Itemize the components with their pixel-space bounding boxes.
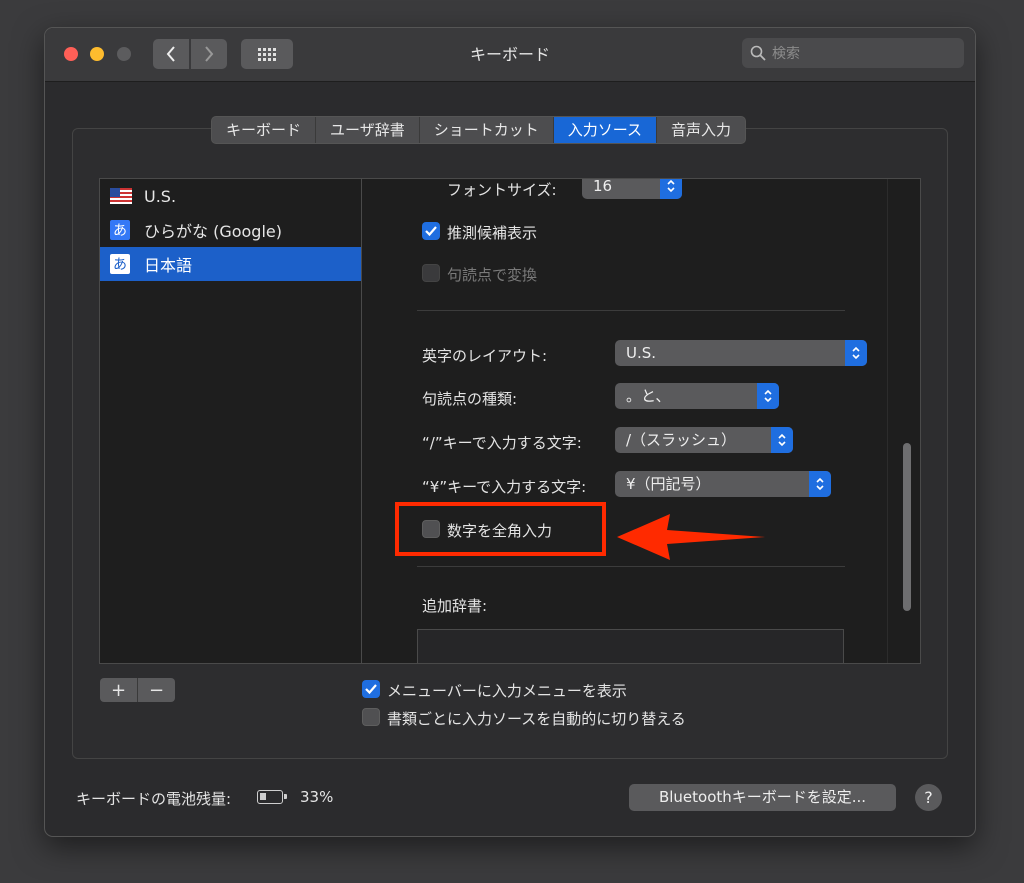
add-remove-buttons: + − [100, 678, 175, 702]
back-button[interactable] [153, 39, 189, 69]
annotation-arrow-icon [617, 514, 765, 560]
slash-key-popup[interactable]: /（スラッシュ） [615, 427, 793, 453]
remove-source-button[interactable]: − [138, 678, 175, 702]
source-label: ひらがな (Google) [144, 222, 282, 241]
stepper-arrows-icon [660, 179, 682, 199]
yen-key-label: “¥”キーで入力する文字: [422, 478, 587, 496]
scrollbar[interactable] [887, 179, 920, 663]
title-bar: キーボード 検索 [45, 28, 975, 82]
forward-button[interactable] [191, 39, 227, 69]
grid-icon [258, 47, 276, 61]
search-icon [750, 45, 766, 61]
tab-keyboard[interactable]: キーボード [212, 117, 317, 143]
help-button[interactable]: ? [915, 784, 942, 811]
scrollbar-thumb[interactable] [903, 443, 911, 611]
font-size-label: フォントサイズ: [447, 181, 557, 199]
show-all-button[interactable] [241, 39, 293, 69]
tab-user-dictionary[interactable]: ユーザ辞書 [316, 117, 420, 143]
yen-key-value: ¥（円記号） [626, 475, 711, 493]
source-item-us[interactable]: U.S. [100, 179, 362, 213]
battery-icon [257, 790, 287, 804]
font-size-value: 16 [593, 178, 613, 195]
tab-input-sources[interactable]: 入力ソース [553, 117, 657, 143]
tab-shortcuts[interactable]: ショートカット [420, 117, 554, 143]
alpha-layout-popup[interactable]: U.S. [615, 340, 867, 366]
setup-bluetooth-keyboard-button[interactable]: Bluetoothキーボードを設定... [629, 784, 896, 811]
checkmark-icon [365, 684, 377, 695]
predict-label: 推測候補表示 [447, 224, 538, 242]
punct-convert-label: 句読点で変換 [447, 266, 538, 284]
auto-switch-checkbox[interactable] [362, 708, 380, 726]
popup-arrows-icon [809, 471, 831, 497]
divider [417, 566, 845, 567]
popup-arrows-icon [845, 340, 867, 366]
yen-key-popup[interactable]: ¥（円記号） [615, 471, 831, 497]
alpha-layout-label: 英字のレイアウト: [422, 347, 548, 365]
battery-label: キーボードの電池残量: [76, 790, 232, 808]
kana-icon: あ [110, 254, 130, 274]
punct-type-popup[interactable]: 。と、 [615, 383, 779, 409]
punct-convert-checkbox[interactable] [422, 264, 440, 282]
popup-arrows-icon [771, 427, 793, 453]
punct-type-value: 。と、 [626, 387, 671, 405]
us-flag-icon [110, 188, 132, 204]
font-size-stepper[interactable]: 16 [582, 178, 682, 199]
battery-level-fill [260, 793, 266, 800]
chevron-right-icon [205, 46, 214, 62]
tab-dictation[interactable]: 音声入力 [657, 117, 745, 143]
extra-dictionary-list[interactable] [417, 629, 844, 663]
input-source-list: U.S. あ ひらがな (Google) あ 日本語 [99, 178, 362, 664]
annotation-highlight-box [395, 502, 606, 556]
extra-dictionary-label: 追加辞書: [422, 597, 488, 615]
punct-type-label: 句読点の種類: [422, 390, 518, 408]
checkmark-icon [425, 226, 437, 237]
source-label: U.S. [144, 186, 177, 206]
preferences-window: キーボード 検索 キーボード ユーザ辞書 ショートカット 入力ソース 音声入力 [44, 27, 976, 837]
divider [417, 310, 845, 311]
search-placeholder: 検索 [772, 46, 800, 62]
kana-icon: あ [110, 220, 130, 240]
source-item-hiragana-google[interactable]: あ ひらがな (Google) [100, 213, 362, 247]
add-source-button[interactable]: + [100, 678, 138, 702]
source-label: 日本語 [144, 256, 193, 275]
predict-checkbox[interactable] [422, 222, 440, 240]
search-field[interactable]: 検索 [742, 38, 964, 68]
source-item-japanese[interactable]: あ 日本語 [100, 247, 362, 281]
chevron-left-icon [166, 46, 175, 62]
slash-key-value: /（スラッシュ） [626, 431, 737, 449]
alpha-layout-value: U.S. [626, 344, 657, 362]
show-input-menu-checkbox[interactable] [362, 680, 380, 698]
auto-switch-label: 書類ごとに入力ソースを自動的に切り替える [387, 710, 686, 728]
source-settings-pane: フォントサイズ: 16 推測候補表示 句読点で変換 英字のレイアウト: U.S.… [361, 178, 921, 664]
tab-bar: キーボード ユーザ辞書 ショートカット 入力ソース 音声入力 [211, 116, 747, 144]
popup-arrows-icon [757, 383, 779, 409]
show-input-menu-label: メニューバーに入力メニューを表示 [387, 682, 627, 700]
battery-percent: 33% [300, 788, 334, 806]
slash-key-label: “/”キーで入力する文字: [422, 434, 582, 452]
